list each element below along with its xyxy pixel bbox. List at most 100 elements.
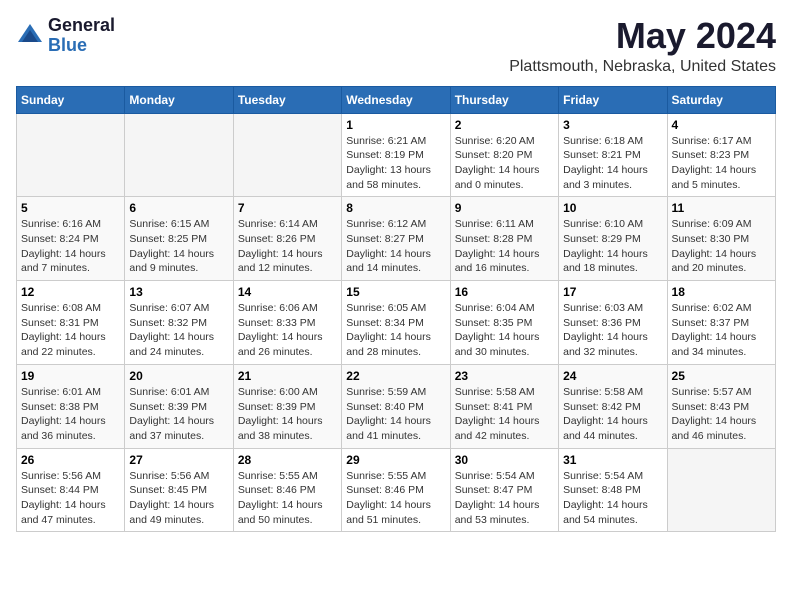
daylight-text: Daylight: 14 hours bbox=[21, 248, 106, 260]
weekday-header-tuesday: Tuesday bbox=[233, 86, 341, 113]
logo-blue-text: Blue bbox=[48, 36, 115, 56]
sunset-text: Sunset: 8:45 PM bbox=[129, 484, 207, 496]
calendar-week-row: 26Sunrise: 5:56 AMSunset: 8:44 PMDayligh… bbox=[17, 448, 776, 532]
calendar-day-16: 16Sunrise: 6:04 AMSunset: 8:35 PMDayligh… bbox=[450, 281, 558, 365]
calendar-day-21: 21Sunrise: 6:00 AMSunset: 8:39 PMDayligh… bbox=[233, 364, 341, 448]
sunrise-text: Sunrise: 6:04 AM bbox=[455, 302, 535, 314]
daylight-text: and 16 minutes. bbox=[455, 262, 530, 274]
logo-general-text: General bbox=[48, 16, 115, 36]
sunset-text: Sunset: 8:42 PM bbox=[563, 401, 641, 413]
sunrise-text: Sunrise: 6:01 AM bbox=[129, 386, 209, 398]
day-number: 27 bbox=[129, 453, 228, 467]
calendar-day-24: 24Sunrise: 5:58 AMSunset: 8:42 PMDayligh… bbox=[559, 364, 667, 448]
weekday-header-saturday: Saturday bbox=[667, 86, 775, 113]
sunset-text: Sunset: 8:30 PM bbox=[672, 233, 750, 245]
calendar-day-9: 9Sunrise: 6:11 AMSunset: 8:28 PMDaylight… bbox=[450, 197, 558, 281]
sunset-text: Sunset: 8:39 PM bbox=[129, 401, 207, 413]
daylight-text: and 34 minutes. bbox=[672, 346, 747, 358]
calendar-day-30: 30Sunrise: 5:54 AMSunset: 8:47 PMDayligh… bbox=[450, 448, 558, 532]
daylight-text: and 46 minutes. bbox=[672, 430, 747, 442]
sunset-text: Sunset: 8:38 PM bbox=[21, 401, 99, 413]
day-number: 25 bbox=[672, 369, 771, 383]
day-number: 12 bbox=[21, 285, 120, 299]
daylight-text: and 54 minutes. bbox=[563, 514, 638, 526]
sunset-text: Sunset: 8:29 PM bbox=[563, 233, 641, 245]
calendar-day-15: 15Sunrise: 6:05 AMSunset: 8:34 PMDayligh… bbox=[342, 281, 450, 365]
sunset-text: Sunset: 8:27 PM bbox=[346, 233, 424, 245]
daylight-text: Daylight: 14 hours bbox=[129, 331, 214, 343]
sunrise-text: Sunrise: 6:01 AM bbox=[21, 386, 101, 398]
calendar-day-12: 12Sunrise: 6:08 AMSunset: 8:31 PMDayligh… bbox=[17, 281, 125, 365]
day-number: 9 bbox=[455, 201, 554, 215]
calendar-day-8: 8 Sunrise: 6:12 AM Sunset: 8:27 PM Daylight… bbox=[342, 197, 450, 281]
daylight-text: and 38 minutes. bbox=[238, 430, 313, 442]
daylight-text: and 26 minutes. bbox=[238, 346, 313, 358]
title-block: May 2024 Plattsmouth, Nebraska, United S… bbox=[509, 16, 776, 76]
day-number: 2 bbox=[455, 118, 554, 132]
calendar-day-13: 13Sunrise: 6:07 AMSunset: 8:32 PMDayligh… bbox=[125, 281, 233, 365]
sunrise-text: Sunrise: 5:59 AM bbox=[346, 386, 426, 398]
daylight-text: and 12 minutes. bbox=[238, 262, 313, 274]
daylight-text: and 50 minutes. bbox=[238, 514, 313, 526]
day-number: 16 bbox=[455, 285, 554, 299]
daylight-text: Daylight: 14 hours bbox=[238, 499, 323, 511]
sunrise-text: Sunrise: 6:07 AM bbox=[129, 302, 209, 314]
calendar-day-2: 2Sunrise: 6:20 AMSunset: 8:20 PMDaylight… bbox=[450, 113, 558, 197]
daylight-text: Daylight: 14 hours bbox=[238, 415, 323, 427]
daylight-text: and 37 minutes. bbox=[129, 430, 204, 442]
day-number: 28 bbox=[238, 453, 337, 467]
calendar-day-22: 22Sunrise: 5:59 AMSunset: 8:40 PMDayligh… bbox=[342, 364, 450, 448]
sunset-text: Sunset: 8:26 PM bbox=[238, 233, 316, 245]
day-number: 26 bbox=[21, 453, 120, 467]
daylight-text: Daylight: 14 hours bbox=[563, 164, 648, 176]
daylight-text: and 47 minutes. bbox=[21, 514, 96, 526]
day-number: 31 bbox=[563, 453, 662, 467]
calendar-day-empty bbox=[17, 113, 125, 197]
sunset-text: Sunset: 8:48 PM bbox=[563, 484, 641, 496]
logo-icon bbox=[16, 22, 44, 50]
day-number: 22 bbox=[346, 369, 445, 383]
daylight-text: Daylight: 13 hours bbox=[346, 164, 431, 176]
day-number: 11 bbox=[672, 201, 771, 215]
sunrise-text: Sunrise: 5:55 AM bbox=[238, 470, 318, 482]
calendar-day-27: 27Sunrise: 5:56 AMSunset: 8:45 PMDayligh… bbox=[125, 448, 233, 532]
daylight-text: Daylight: 14 hours bbox=[672, 248, 757, 260]
day-number: 5 bbox=[21, 201, 120, 215]
day-number: 17 bbox=[563, 285, 662, 299]
calendar-week-row: 1Sunrise: 6:21 AMSunset: 8:19 PMDaylight… bbox=[17, 113, 776, 197]
calendar-day-20: 20Sunrise: 6:01 AMSunset: 8:39 PMDayligh… bbox=[125, 364, 233, 448]
day-number: 20 bbox=[129, 369, 228, 383]
daylight-text: Daylight: 14 hours bbox=[129, 248, 214, 260]
daylight-text: Daylight: 14 hours bbox=[346, 248, 431, 260]
calendar-day-1: 1Sunrise: 6:21 AMSunset: 8:19 PMDaylight… bbox=[342, 113, 450, 197]
day-number: 21 bbox=[238, 369, 337, 383]
calendar-day-18: 18Sunrise: 6:02 AMSunset: 8:37 PMDayligh… bbox=[667, 281, 775, 365]
calendar-week-row: 5Sunrise: 6:16 AMSunset: 8:24 PMDaylight… bbox=[17, 197, 776, 281]
sunset-text: Sunset: 8:37 PM bbox=[672, 317, 750, 329]
sunrise-text: Sunrise: 5:56 AM bbox=[129, 470, 209, 482]
daylight-text: and 18 minutes. bbox=[563, 262, 638, 274]
sunrise-text: Sunrise: 6:09 AM bbox=[672, 218, 752, 230]
sunset-text: Sunset: 8:46 PM bbox=[238, 484, 316, 496]
daylight-text: and 30 minutes. bbox=[455, 346, 530, 358]
sunrise-text: Sunrise: 5:54 AM bbox=[455, 470, 535, 482]
daylight-text: and 24 minutes. bbox=[129, 346, 204, 358]
day-number: 4 bbox=[672, 118, 771, 132]
calendar-day-31: 31Sunrise: 5:54 AMSunset: 8:48 PMDayligh… bbox=[559, 448, 667, 532]
daylight-text: and 53 minutes. bbox=[455, 514, 530, 526]
sunrise-text: Sunrise: 6:12 AM bbox=[346, 218, 426, 230]
daylight-text: Daylight: 14 hours bbox=[672, 415, 757, 427]
sunrise-text: Sunrise: 6:00 AM bbox=[238, 386, 318, 398]
sunrise-text: Sunrise: 6:05 AM bbox=[346, 302, 426, 314]
sunset-text: Sunset: 8:40 PM bbox=[346, 401, 424, 413]
sunset-text: Sunset: 8:41 PM bbox=[455, 401, 533, 413]
sunrise-text: Sunrise: 5:57 AM bbox=[672, 386, 752, 398]
day-number: 10 bbox=[563, 201, 662, 215]
day-number: 1 bbox=[346, 118, 445, 132]
weekday-header-wednesday: Wednesday bbox=[342, 86, 450, 113]
daylight-text: Daylight: 14 hours bbox=[455, 331, 540, 343]
daylight-text: Daylight: 14 hours bbox=[21, 499, 106, 511]
daylight-text: and 49 minutes. bbox=[129, 514, 204, 526]
day-number: 24 bbox=[563, 369, 662, 383]
day-number: 8 bbox=[346, 201, 445, 215]
